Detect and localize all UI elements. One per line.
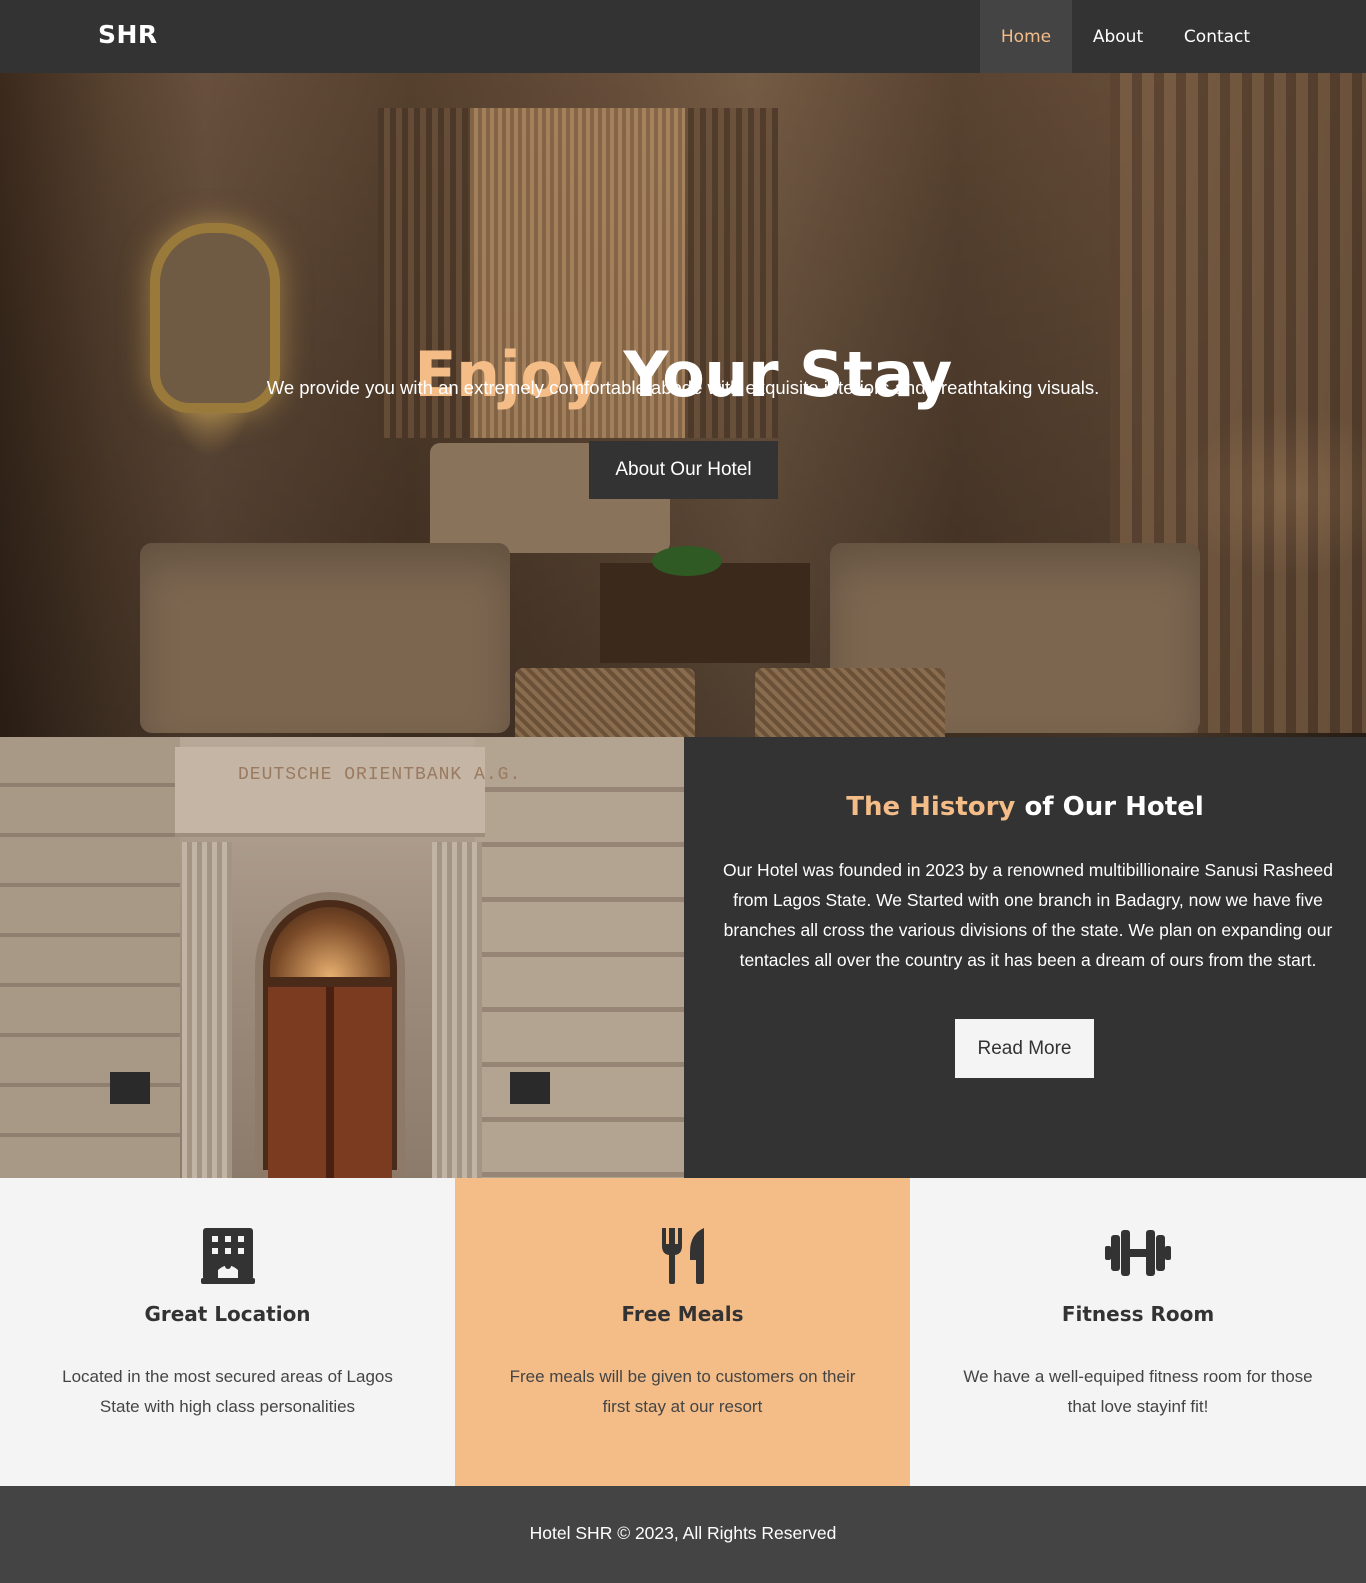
nav-about-link[interactable]: About	[1072, 0, 1164, 73]
brand-logo[interactable]: SHR	[98, 20, 158, 49]
feature-card-location: Great Location Located in the most secur…	[0, 1178, 455, 1486]
building-plaque	[510, 1072, 550, 1104]
feature-title: Free Meals	[621, 1302, 744, 1326]
main-nav: Home About Contact	[980, 0, 1270, 73]
building-column	[432, 842, 482, 1178]
feature-title: Great Location	[144, 1302, 311, 1326]
hero-section: Enjoy Your Stay We provide you with an e…	[0, 73, 1366, 737]
nav-contact-link[interactable]: Contact	[1164, 0, 1270, 73]
building-column	[182, 842, 232, 1178]
hero-bg-chair	[515, 668, 695, 737]
feature-text: Free meals will be given to customers on…	[509, 1367, 856, 1416]
feature-card-meals: Free Meals Free meals will be given to c…	[455, 1178, 910, 1486]
about-hotel-button[interactable]: About Our Hotel	[589, 441, 778, 499]
utensils-icon	[455, 1228, 910, 1288]
history-image: DEUTSCHE ORIENTBANK A.G.	[0, 737, 684, 1178]
history-text: Our Hotel was founded in 2023 by a renow…	[723, 860, 1333, 970]
features-section: Great Location Located in the most secur…	[0, 1178, 1366, 1486]
building-facade	[0, 737, 180, 1178]
hero-bg-plant	[652, 546, 722, 576]
feature-card-fitness: Fitness Room We have a well-equiped fitn…	[910, 1178, 1366, 1486]
feature-title: Fitness Room	[1061, 1302, 1215, 1326]
building-facade	[475, 737, 684, 1178]
history-title-rest: of Our Hotel	[1024, 792, 1204, 822]
read-more-button[interactable]: Read More	[955, 1019, 1094, 1078]
hero-bg-sofa	[140, 543, 510, 733]
hero-bg-table	[600, 563, 810, 663]
site-header: SHR Home About Contact	[0, 0, 1366, 73]
hero-subtitle: We provide you with an extremely comfort…	[266, 377, 1100, 398]
nav-home-link[interactable]: Home	[980, 0, 1072, 73]
history-title-accent: The History	[846, 792, 1016, 822]
feature-text: Located in the most secured areas of Lag…	[62, 1367, 393, 1416]
site-footer: Hotel SHR © 2023, All Rights Reserved	[0, 1486, 1366, 1583]
building-lintel	[175, 747, 485, 837]
history-section: The History of Our Hotel Our Hotel was f…	[684, 737, 1366, 1178]
hero-title: Enjoy Your Stay	[0, 338, 1366, 411]
building-plaque	[110, 1072, 150, 1104]
hero-title-accent: Enjoy	[414, 338, 603, 411]
dumbbell-icon	[910, 1228, 1366, 1288]
feature-text: We have a well-equiped fitness room for …	[963, 1367, 1313, 1416]
hero-bg-chair	[755, 668, 945, 737]
building-door	[268, 987, 392, 1178]
history-title: The History of Our Hotel	[684, 792, 1366, 822]
copyright-text: Hotel SHR © 2023, All Rights Reserved	[529, 1523, 837, 1543]
hero-title-rest: Your Stay	[623, 338, 953, 411]
building-sign: DEUTSCHE ORIENTBANK A.G.	[238, 765, 522, 785]
building-icon	[0, 1228, 455, 1288]
